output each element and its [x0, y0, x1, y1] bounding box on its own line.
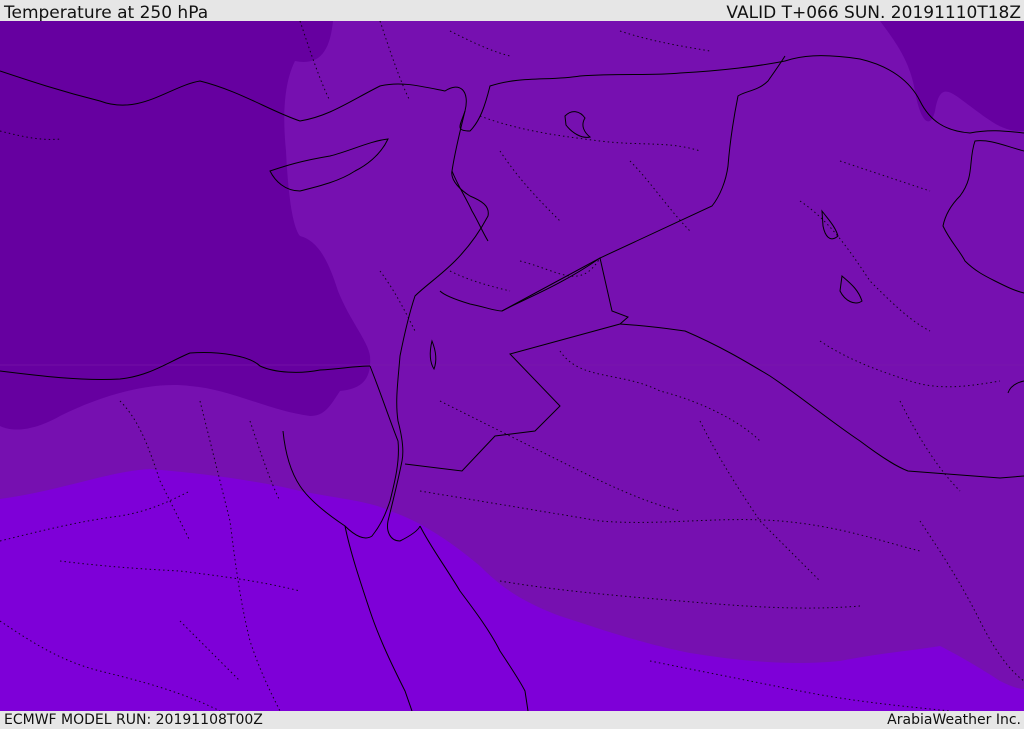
- model-run: ECMWF MODEL RUN: 20191108T00Z: [4, 712, 263, 728]
- credit: ArabiaWeather Inc.: [887, 712, 1021, 728]
- footer-bar: ECMWF MODEL RUN: 20191108T00Z ArabiaWeat…: [0, 711, 1024, 729]
- temperature-map[interactable]: [0, 21, 1024, 711]
- header-bar: Temperature at 250 hPa VALID T+066 SUN. …: [0, 0, 1024, 23]
